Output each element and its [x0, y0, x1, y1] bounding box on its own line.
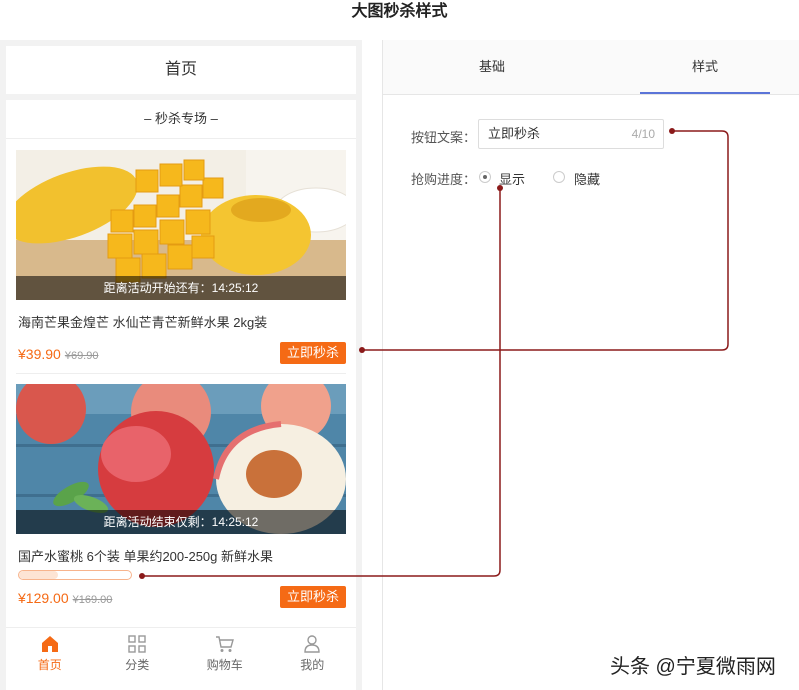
radio-show-label[interactable]: 显示: [499, 169, 525, 188]
phone-header-title: 首页: [6, 46, 356, 94]
product-image-peach[interactable]: 距离活动结束仅剩：14:25:12: [16, 384, 346, 534]
radio-hide-label[interactable]: 隐藏: [574, 169, 600, 188]
progress-fill: [19, 571, 59, 579]
product-price: ¥129.00 ¥169.00: [18, 590, 112, 606]
tab-home[interactable]: 首页: [6, 628, 94, 690]
progress-label: 抢购进度：: [411, 172, 477, 187]
tab-category[interactable]: 分类: [94, 628, 182, 690]
user-icon: [304, 635, 320, 653]
tab-basic[interactable]: 基础: [427, 40, 557, 94]
original-price: ¥169.00: [72, 594, 113, 606]
char-count: 4/10: [631, 127, 655, 141]
tab-label: 购物车: [206, 658, 243, 672]
home-icon: [41, 636, 58, 652]
purchase-progress-bar: [18, 570, 132, 580]
tab-label: 我的: [300, 658, 325, 672]
button-text-label: 按钮文案：: [411, 130, 477, 145]
flash-sale-button[interactable]: 立即秒杀: [280, 586, 346, 608]
tab-label: 分类: [125, 658, 150, 672]
phone-preview: 首页 – 秒杀专场 – 距离活动开始还有：14:25:12 海南芒果金煌芒 水仙…: [0, 40, 362, 690]
bottom-tabbar: 首页 分类 购物车 我的: [6, 627, 356, 690]
radio-show[interactable]: [479, 171, 491, 183]
panel-tabs: 基础 样式: [383, 40, 799, 95]
product-name[interactable]: 海南芒果金煌芒 水仙芒青芒新鲜水果 2kg装: [18, 312, 267, 331]
radio-hide[interactable]: [553, 171, 565, 183]
settings-panel: 基础 样式 按钮文案： 立即秒杀 4/10 抢购进度： 显示 隐藏: [382, 40, 799, 690]
watermark: 头条 @宁夏微雨网: [610, 656, 776, 678]
page-title: 大图秒杀样式: [351, 3, 448, 20]
product-name[interactable]: 国产水蜜桃 6个装 单果约200-250g 新鲜水果: [18, 546, 273, 565]
sale-price: ¥129.00: [18, 590, 69, 606]
product-price: ¥39.90 ¥69.90: [18, 346, 98, 362]
card-divider: [16, 373, 346, 374]
section-title: – 秒杀专场 –: [6, 100, 356, 139]
flash-sale-button[interactable]: 立即秒杀: [280, 342, 346, 364]
tab-style[interactable]: 样式: [640, 40, 770, 94]
product-card[interactable]: 距离活动开始还有：14:25:12 海南芒果金煌芒 水仙芒青芒新鲜水果 2kg装…: [16, 150, 346, 375]
sale-price: ¥39.90: [18, 346, 61, 362]
button-text-value: 立即秒杀: [488, 126, 541, 141]
phone-body: – 秒杀专场 – 距离活动开始还有：14:25:12 海南芒果金煌芒 水仙芒青芒…: [6, 100, 356, 690]
category-icon: [128, 635, 146, 653]
product-card[interactable]: 距离活动结束仅剩：14:25:12 国产水蜜桃 6个装 单果约200-250g …: [16, 384, 346, 614]
tab-cart[interactable]: 购物车: [181, 628, 269, 690]
tab-profile[interactable]: 我的: [269, 628, 357, 690]
countdown-label: 距离活动结束仅剩：14:25:12: [16, 510, 346, 534]
product-image-mango[interactable]: 距离活动开始还有：14:25:12: [16, 150, 346, 300]
tab-label: 首页: [37, 658, 62, 672]
countdown-label: 距离活动开始还有：14:25:12: [16, 276, 346, 300]
button-text-input[interactable]: 立即秒杀 4/10: [478, 119, 664, 149]
original-price: ¥69.90: [64, 350, 99, 362]
cart-icon: [215, 636, 234, 652]
